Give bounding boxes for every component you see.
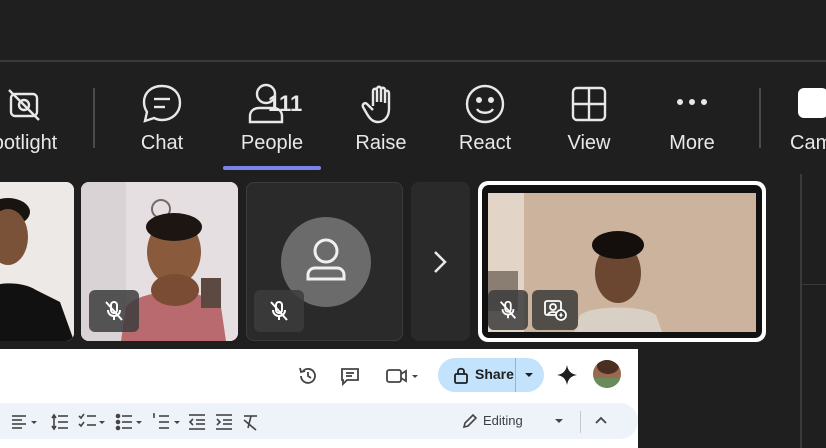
gemini-sparkle-icon[interactable]: [556, 364, 578, 386]
participant-video: [0, 182, 74, 341]
bulleted-list-icon[interactable]: [115, 413, 145, 431]
background-effects-badge: [532, 290, 578, 330]
more-label: More: [669, 132, 715, 154]
mic-muted-badge: [488, 290, 528, 330]
self-view-video: [488, 193, 756, 332]
self-view-tile[interactable]: [478, 181, 766, 342]
participant-tile[interactable]: [246, 182, 403, 341]
panel-divider-h: [802, 284, 826, 285]
editing-mode-label[interactable]: Editing: [483, 413, 523, 428]
avatar[interactable]: [593, 360, 621, 388]
meet-camera-icon: [386, 369, 418, 383]
chat-icon: [142, 84, 182, 123]
share-dropdown-icon[interactable]: [520, 366, 538, 384]
checklist-icon[interactable]: [78, 413, 108, 431]
mic-muted-badge: [89, 290, 139, 332]
chat-button[interactable]: Chat: [122, 82, 202, 162]
smiley-icon: [465, 84, 505, 124]
meeting-toolbar: potlight Chat People 111 Raise React: [0, 62, 826, 174]
view-label: View: [567, 132, 611, 154]
chat-label: Chat: [140, 132, 184, 154]
collapse-chevron-up-icon[interactable]: [593, 413, 609, 429]
camera-button[interactable]: Cam: [788, 82, 826, 162]
spotlight-off-icon: [8, 89, 40, 121]
people-label: People: [240, 132, 304, 154]
numbered-list-icon[interactable]: [151, 413, 183, 431]
active-tab-indicator: [223, 166, 321, 170]
background-effects-icon: [544, 300, 567, 321]
spotlight-label: potlight: [0, 132, 58, 154]
view-button[interactable]: View: [549, 82, 629, 162]
decrease-indent-icon[interactable]: [187, 413, 207, 431]
window-top-bar: [0, 0, 826, 60]
more-dots-icon: [677, 99, 707, 105]
raise-label: Raise: [355, 132, 407, 154]
comment-icon: [341, 368, 359, 387]
react-button[interactable]: React: [445, 82, 525, 162]
chevron-right-icon: [434, 251, 447, 273]
share-divider: [515, 358, 516, 392]
clear-formatting-icon[interactable]: [241, 413, 261, 431]
spotlight-button[interactable]: potlight: [0, 82, 70, 162]
editing-dropdown-icon[interactable]: [552, 413, 566, 429]
mic-off-icon: [499, 300, 517, 319]
lock-icon: [454, 367, 468, 384]
share-label: Share: [475, 366, 514, 382]
next-page-button[interactable]: [411, 182, 470, 341]
more-button[interactable]: More: [652, 82, 732, 162]
participant-tile[interactable]: [0, 182, 74, 341]
version-history-icon: [299, 367, 316, 384]
toolbar-separator: [759, 88, 761, 148]
docs-format-toolbar: Editing: [0, 403, 638, 439]
toolbar-separator: [93, 88, 95, 148]
raise-hand-button[interactable]: Raise: [341, 82, 421, 162]
participant-tile[interactable]: [81, 182, 238, 341]
align-left-icon[interactable]: [10, 413, 44, 431]
mic-off-icon: [270, 301, 288, 321]
edit-pencil-icon: [462, 413, 478, 429]
mic-muted-badge: [254, 290, 304, 332]
people-count-badge: 111: [268, 91, 303, 116]
line-spacing-icon[interactable]: [50, 413, 70, 431]
grid-view-icon: [571, 86, 607, 122]
react-label: React: [458, 132, 512, 154]
camera-label: Cam: [790, 132, 826, 154]
panel-divider: [800, 174, 802, 448]
raise-hand-icon: [361, 85, 391, 124]
mic-off-icon: [105, 301, 123, 321]
increase-indent-icon[interactable]: [214, 413, 234, 431]
camera-icon: [798, 88, 826, 118]
toolbar-divider: [580, 411, 581, 433]
